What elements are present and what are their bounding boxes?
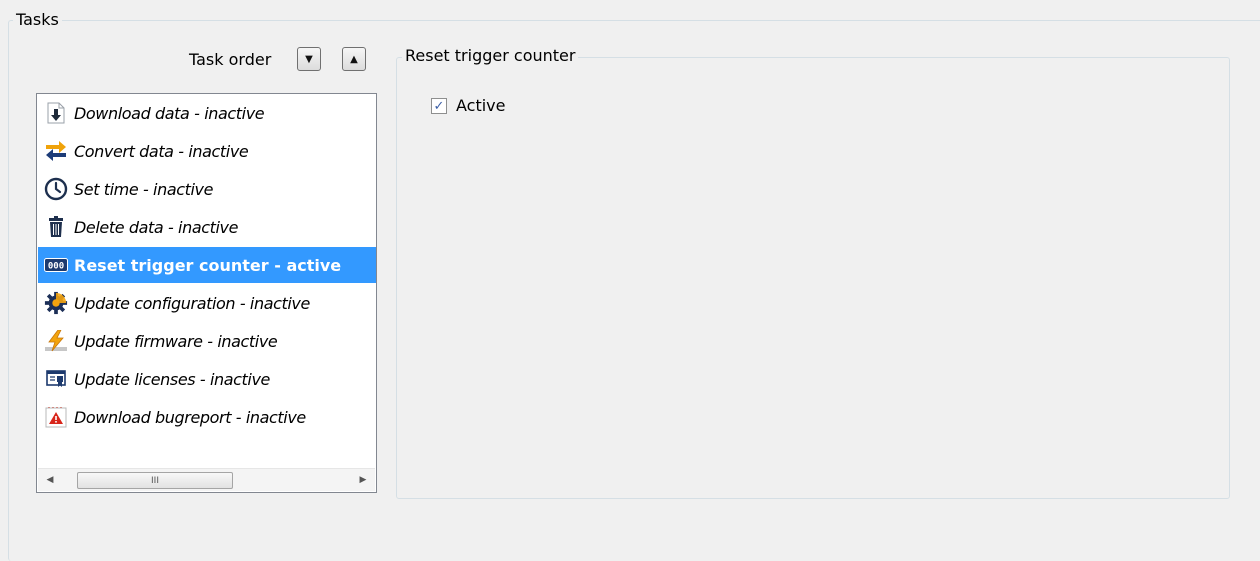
list-item-reset-trigger-counter[interactable]: 000 Reset trigger counter - active: [38, 247, 376, 283]
horizontal-scrollbar[interactable]: ◀ III ▶: [38, 468, 375, 491]
list-item-download-data[interactable]: Download data - inactive: [38, 95, 376, 131]
firmware-bolt-icon: [44, 329, 68, 353]
list-item-set-time[interactable]: Set time - inactive: [38, 171, 376, 207]
list-item-label: Reset trigger counter - active: [74, 255, 342, 275]
list-item-label: Download data - inactive: [74, 103, 265, 123]
triangle-down-icon: ▼: [305, 53, 313, 65]
list-item-delete-data[interactable]: Delete data - inactive: [38, 209, 376, 245]
reset-trigger-counter-title: Reset trigger counter: [402, 46, 579, 66]
triangle-up-icon: ▲: [350, 53, 358, 65]
list-item-label: Update configuration - inactive: [74, 293, 310, 313]
task-list[interactable]: Download data - inactive Convert data - …: [36, 93, 377, 493]
reset-trigger-counter-groupbox: [396, 57, 1230, 499]
active-checkbox[interactable]: ✓: [431, 98, 447, 114]
list-item-label: Convert data - inactive: [74, 141, 249, 161]
list-item-convert-data[interactable]: Convert data - inactive: [38, 133, 376, 169]
move-down-button[interactable]: ▼: [297, 47, 321, 71]
list-item-label: Update firmware - inactive: [74, 331, 278, 351]
bugreport-warning-icon: [44, 405, 68, 429]
license-certificate-icon: [44, 367, 68, 391]
gear-icon: [44, 291, 68, 315]
list-item-update-configuration[interactable]: Update configuration - inactive: [38, 285, 376, 321]
list-item-update-firmware[interactable]: Update firmware - inactive: [38, 323, 376, 359]
list-item-label: Update licenses - inactive: [74, 369, 270, 389]
list-item-download-bugreport[interactable]: Download bugreport - inactive: [38, 399, 376, 435]
list-item-update-licenses[interactable]: Update licenses - inactive: [38, 361, 376, 397]
list-item-label: Set time - inactive: [74, 179, 214, 199]
counter-icon: 000: [44, 253, 68, 277]
list-item-label: Download bugreport - inactive: [74, 407, 306, 427]
checkmark-icon: ✓: [433, 98, 445, 114]
scroll-right-arrow-icon[interactable]: ▶: [353, 469, 373, 491]
list-item-label: Delete data - inactive: [74, 217, 239, 237]
active-checkbox-label[interactable]: Active: [456, 96, 506, 116]
svg-text:000: 000: [48, 262, 64, 272]
scroll-thumb[interactable]: III: [77, 472, 233, 489]
clock-icon: [44, 177, 68, 201]
tasks-group-title: Tasks: [13, 10, 62, 30]
download-arrow-icon: [44, 101, 68, 125]
trash-icon: [44, 215, 68, 239]
task-order-label: Task order: [189, 50, 272, 69]
convert-arrows-icon: [44, 139, 68, 163]
move-up-button[interactable]: ▲: [342, 47, 366, 71]
scroll-grip: III: [151, 475, 159, 486]
scroll-left-arrow-icon[interactable]: ◀: [40, 469, 60, 491]
